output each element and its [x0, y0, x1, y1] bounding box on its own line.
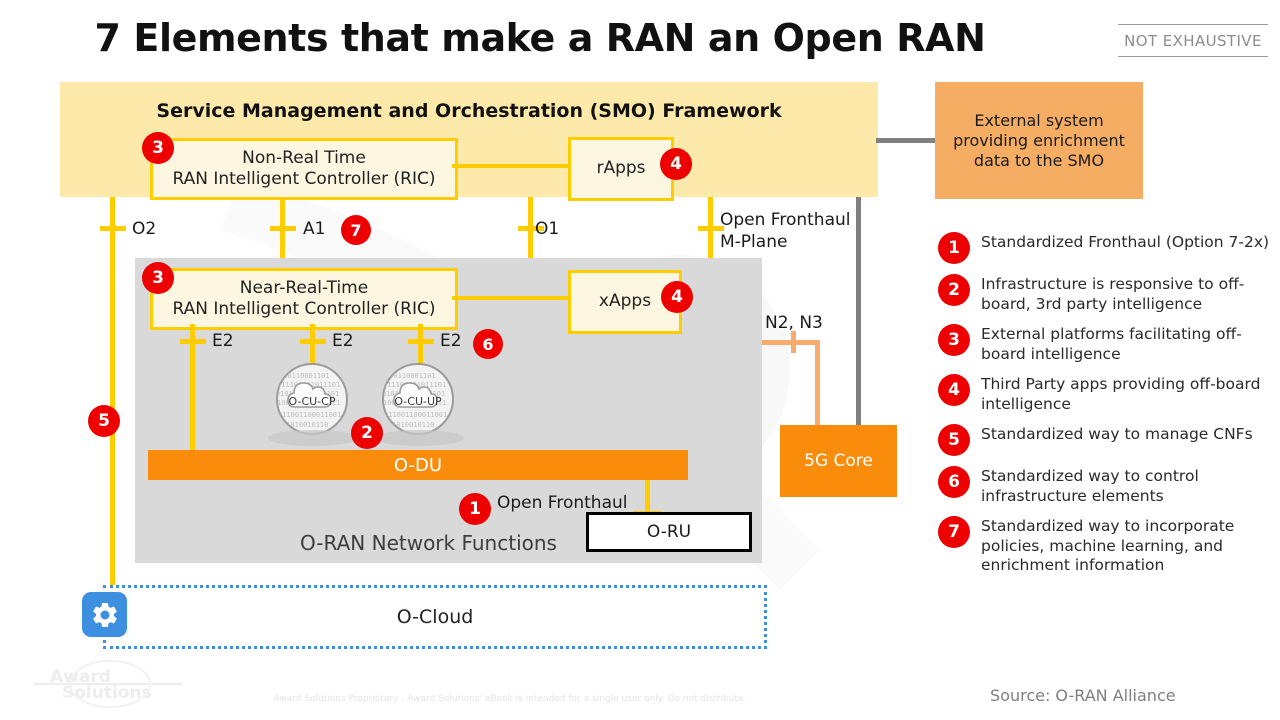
legend-text: Infrastructure is responsive to off-boar… [981, 275, 1245, 313]
footer-disclaimer-text: Award Solutions Proprietary - Award Solu… [273, 694, 747, 704]
non-real-time-ric-box[interactable]: Non-Real Time RAN Intelligent Controller… [150, 138, 458, 200]
open-fronthaul-line [645, 480, 650, 515]
o2-label: O2 [132, 219, 157, 239]
oru-box[interactable]: O-RU [586, 512, 752, 552]
legend-text: Standardized way to incorporate policies… [981, 517, 1235, 575]
legend-number: 6 [938, 466, 970, 499]
smo-framework-title: Service Management and Orchestration (SM… [156, 100, 782, 122]
e2-tick-2 [300, 339, 326, 344]
a1-tick [270, 226, 296, 231]
external-system-connector [876, 138, 936, 143]
legend-number: 4 [938, 374, 970, 407]
n2n3-tick [791, 331, 796, 353]
badge-5-cnf: 5 [88, 405, 120, 437]
ocu-cp-text: O-CU-CP [289, 395, 336, 408]
5g-core-box[interactable]: 5G Core [780, 425, 897, 497]
non-rt-ric-line1: Non-Real Time [242, 147, 366, 168]
footer-disclaimer: Award Solutions Proprietary - Award Solu… [0, 694, 1280, 704]
legend-text: Standardized Fronthaul (Option 7-2x) [981, 233, 1270, 251]
n2n3-label: N2, N3 [765, 313, 823, 333]
ocu-up-text: O-CU-UP [394, 395, 442, 408]
badge-6-e2: 6 [473, 329, 503, 359]
svg-text:100110001101: 100110001101 [279, 372, 330, 380]
e2-label-3: E2 [440, 331, 462, 351]
ocu-up-icon: 100110001101 011101001011101 01010011010… [381, 362, 455, 436]
e2-label-1: E2 [212, 331, 234, 351]
open-fronthaul-label: Open Fronthaul [497, 493, 628, 513]
legend-number: 1 [938, 232, 970, 264]
a1-label: A1 [303, 219, 326, 239]
non-rt-ric-line2: RAN Intelligent Controller (RIC) [172, 169, 436, 189]
svg-text:011001100011001: 011001100011001 [384, 411, 447, 419]
ocu-cp-icon: 100110001101 011101001011101 01010011010… [275, 362, 349, 436]
oran-network-functions-label: O-RAN Network Functions [300, 531, 557, 555]
fronthaul-mplane-line2: M-Plane [720, 232, 788, 253]
legend-text: Standardized way to manage CNFs [981, 425, 1253, 444]
near-rt-ric-xapps-connector [452, 296, 568, 300]
legend-number: 5 [938, 424, 970, 457]
fronthaul-mplane-line1: Open Fronthaul [720, 210, 851, 230]
svg-text:11010010110: 11010010110 [388, 421, 434, 429]
rapps-box[interactable]: rApps [568, 137, 674, 201]
o2-tick [100, 226, 126, 231]
gear-icon [82, 592, 127, 637]
legend-item: 6 Standardized way to control infrastruc… [938, 466, 1270, 506]
near-rt-ric-line1: Near-Real-Time [239, 277, 369, 298]
near-real-time-ric-box[interactable]: Near-Real-Time RAN Intelligent Controlle… [150, 268, 458, 330]
near-rt-ric-line2: RAN Intelligent Controller (RIC) [172, 299, 436, 319]
ocloud-box[interactable]: O-Cloud [103, 585, 767, 649]
o1-label: O1 [535, 219, 560, 239]
external-system-box: External system providing enrichment dat… [935, 82, 1143, 199]
page-title: 7 Elements that make a RAN an Open RAN [94, 16, 986, 60]
o2-vertical-line [110, 197, 115, 591]
ocu-cp-shadow [268, 430, 358, 446]
e2-tick-3 [408, 339, 434, 344]
legend-text: Third Party apps providing off-board int… [981, 375, 1261, 413]
legend-item: 3 External platforms facilitating off-bo… [938, 324, 1270, 364]
e2-label-2: E2 [332, 331, 354, 351]
legend-item: 4 Third Party apps providing off-board i… [938, 374, 1270, 414]
legend-item: 5 Standardized way to manage CNFs [938, 424, 1270, 457]
legend-item: 1 Standardized Fronthaul (Option 7-2x) [938, 232, 1270, 264]
badge-1-open-fronthaul: 1 [459, 493, 491, 525]
legend-number: 3 [938, 324, 970, 357]
legend-item: 2 Infrastructure is responsive to off-bo… [938, 274, 1270, 314]
svg-text:011001100011001: 011001100011001 [278, 411, 341, 419]
n2n3-vertical-line [815, 340, 820, 428]
legend-list: 1 Standardized Fronthaul (Option 7-2x) 2… [938, 232, 1270, 586]
legend-text: External platforms facilitating off-boar… [981, 325, 1242, 363]
nrt-ric-rapps-connector [452, 164, 568, 168]
badge-7-a1: 7 [341, 215, 371, 245]
odu-box[interactable]: O-DU [148, 450, 688, 480]
ocu-up-shadow [374, 430, 464, 446]
smo-to-core-grey-line [856, 197, 861, 427]
legend-text: Standardized way to control infrastructu… [981, 467, 1199, 505]
svg-text:11010010110: 11010010110 [282, 421, 328, 429]
badge-2-ocu: 2 [351, 417, 383, 449]
legend-number: 7 [938, 516, 970, 549]
e2-tick-1 [180, 339, 206, 344]
svg-text:100110001101: 100110001101 [385, 372, 436, 380]
badge-4-rapps: 4 [660, 148, 692, 180]
not-exhaustive-badge: NOT EXHAUSTIVE [1118, 24, 1268, 57]
badge-3-nrt-ric: 3 [142, 132, 174, 164]
legend-item: 7 Standardized way to incorporate polici… [938, 516, 1270, 576]
fronthaul-mplane-label: Open Fronthaul M-Plane [720, 209, 851, 253]
badge-4-xapps: 4 [661, 281, 693, 313]
badge-3-near-rt-ric: 3 [142, 262, 174, 294]
legend-number: 2 [938, 274, 970, 306]
